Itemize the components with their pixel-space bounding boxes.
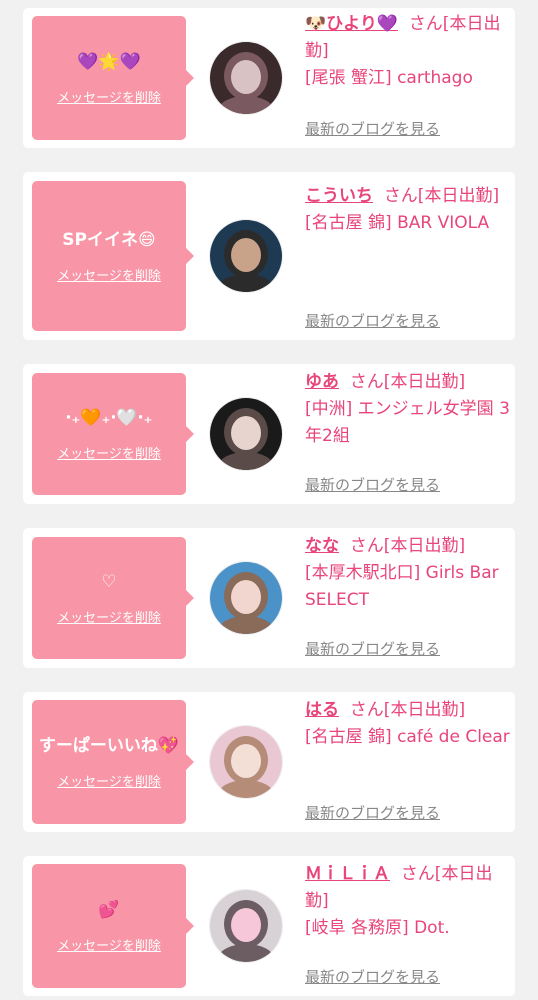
cast-info: ゆあ さん[本日出勤] [中洲] エンジェル女学園 3年2組	[305, 369, 513, 450]
shop-name: [名古屋 錦] BAR VIOLA	[305, 213, 490, 233]
latest-blog-link[interactable]: 最新のブログを見る	[305, 802, 440, 823]
cast-status: さん[本日出勤]	[349, 372, 466, 392]
shop-name: [尾張 蟹江] carthago	[305, 68, 473, 88]
latest-blog-link[interactable]: 最新のブログを見る	[305, 966, 440, 987]
avatar-face	[231, 60, 261, 94]
avatar-face	[231, 908, 261, 942]
delete-message-link[interactable]: メッセージを削除	[57, 935, 161, 954]
cast-info: なな さん[本日出勤] [本厚木駅北口] Girls Bar SELECT	[305, 533, 513, 614]
message-text: 💜🌟💜	[77, 51, 141, 72]
cast-name-line: ゆあ さん[本日出勤]	[305, 369, 513, 396]
cast-name-line: 🐶ひより💜 さん[本日出勤]	[305, 11, 513, 65]
cast-name-link[interactable]: ゆあ	[305, 372, 339, 392]
delete-message-link[interactable]: メッセージを削除	[57, 771, 161, 790]
cast-name-line: こういち さん[本日出勤]	[305, 183, 513, 210]
message-card: すーぱーいいね💖 メッセージを削除 はる さん[本日出勤] [名古屋 錦] ca…	[23, 692, 515, 832]
latest-blog-link[interactable]: 最新のブログを見る	[305, 310, 440, 331]
cast-info: ＭｉＬｉＡ さん[本日出勤] [岐阜 各務原] Dot.	[305, 861, 513, 942]
shop-name: [名古屋 錦] café de Clear	[305, 727, 510, 747]
message-card: ♡ メッセージを削除 なな さん[本日出勤] [本厚木駅北口] Girls Ba…	[23, 528, 515, 668]
avatar[interactable]	[209, 561, 283, 635]
message-bubble: ‧₊🧡₊‧🤍‧₊ メッセージを削除	[32, 373, 194, 495]
latest-blog-link[interactable]: 最新のブログを見る	[305, 638, 440, 659]
avatar-face	[231, 238, 261, 272]
message-card: 💜🌟💜 メッセージを削除 🐶ひより💜 さん[本日出勤] [尾張 蟹江] cart…	[23, 8, 515, 148]
message-card: 💕 メッセージを削除 ＭｉＬｉＡ さん[本日出勤] [岐阜 各務原] Dot. …	[23, 856, 515, 996]
latest-blog-link[interactable]: 最新のブログを見る	[305, 118, 440, 139]
message-bubble: 💕 メッセージを削除	[32, 864, 194, 988]
message-card: ‧₊🧡₊‧🤍‧₊ メッセージを削除 ゆあ さん[本日出勤] [中洲] エンジェル…	[23, 364, 515, 504]
shop-name: [本厚木駅北口] Girls Bar SELECT	[305, 563, 499, 610]
message-text: 💕	[98, 899, 120, 920]
cast-name-line: ＭｉＬｉＡ さん[本日出勤]	[305, 861, 513, 915]
delete-message-link[interactable]: メッセージを削除	[57, 443, 161, 462]
cast-name-link[interactable]: はる	[305, 700, 339, 720]
message-text: ♡	[101, 571, 117, 592]
latest-blog-link[interactable]: 最新のブログを見る	[305, 474, 440, 495]
message-text: ‧₊🧡₊‧🤍‧₊	[65, 407, 153, 428]
cast-name-link[interactable]: 🐶ひより💜	[305, 14, 398, 34]
shop-name: [中洲] エンジェル女学園 3年2組	[305, 399, 510, 446]
avatar[interactable]	[209, 219, 283, 293]
cast-status: さん[本日出勤]	[383, 186, 500, 206]
message-bubble: 💜🌟💜 メッセージを削除	[32, 16, 194, 140]
message-text: すーぱーいいね💖	[38, 735, 180, 756]
avatar-face	[231, 744, 261, 778]
cast-name-link[interactable]: なな	[305, 536, 339, 556]
message-bubble: ♡ メッセージを削除	[32, 537, 194, 659]
cast-name-line: なな さん[本日出勤]	[305, 533, 513, 560]
message-bubble: SPイイネ😄 メッセージを削除	[32, 181, 194, 331]
cast-name-link[interactable]: こういち	[305, 186, 373, 206]
cast-info: こういち さん[本日出勤] [名古屋 錦] BAR VIOLA	[305, 183, 513, 237]
delete-message-link[interactable]: メッセージを削除	[57, 87, 161, 106]
message-card: SPイイネ😄 メッセージを削除 こういち さん[本日出勤] [名古屋 錦] BA…	[23, 172, 515, 340]
avatar-face	[231, 416, 261, 450]
cast-info: はる さん[本日出勤] [名古屋 錦] café de Clear	[305, 697, 513, 751]
avatar-face	[231, 580, 261, 614]
delete-message-link[interactable]: メッセージを削除	[57, 607, 161, 626]
message-bubble: すーぱーいいね💖 メッセージを削除	[32, 700, 194, 824]
cast-name-link[interactable]: ＭｉＬｉＡ	[305, 864, 390, 884]
avatar[interactable]	[209, 725, 283, 799]
avatar[interactable]	[209, 889, 283, 963]
cast-status: さん[本日出勤]	[349, 700, 466, 720]
avatar[interactable]	[209, 41, 283, 115]
cast-name-line: はる さん[本日出勤]	[305, 697, 513, 724]
cast-info: 🐶ひより💜 さん[本日出勤] [尾張 蟹江] carthago	[305, 11, 513, 92]
shop-name: [岐阜 各務原] Dot.	[305, 918, 450, 938]
delete-message-link[interactable]: メッセージを削除	[57, 265, 161, 284]
avatar[interactable]	[209, 397, 283, 471]
cast-status: さん[本日出勤]	[349, 536, 466, 556]
message-text: SPイイネ😄	[62, 229, 156, 250]
